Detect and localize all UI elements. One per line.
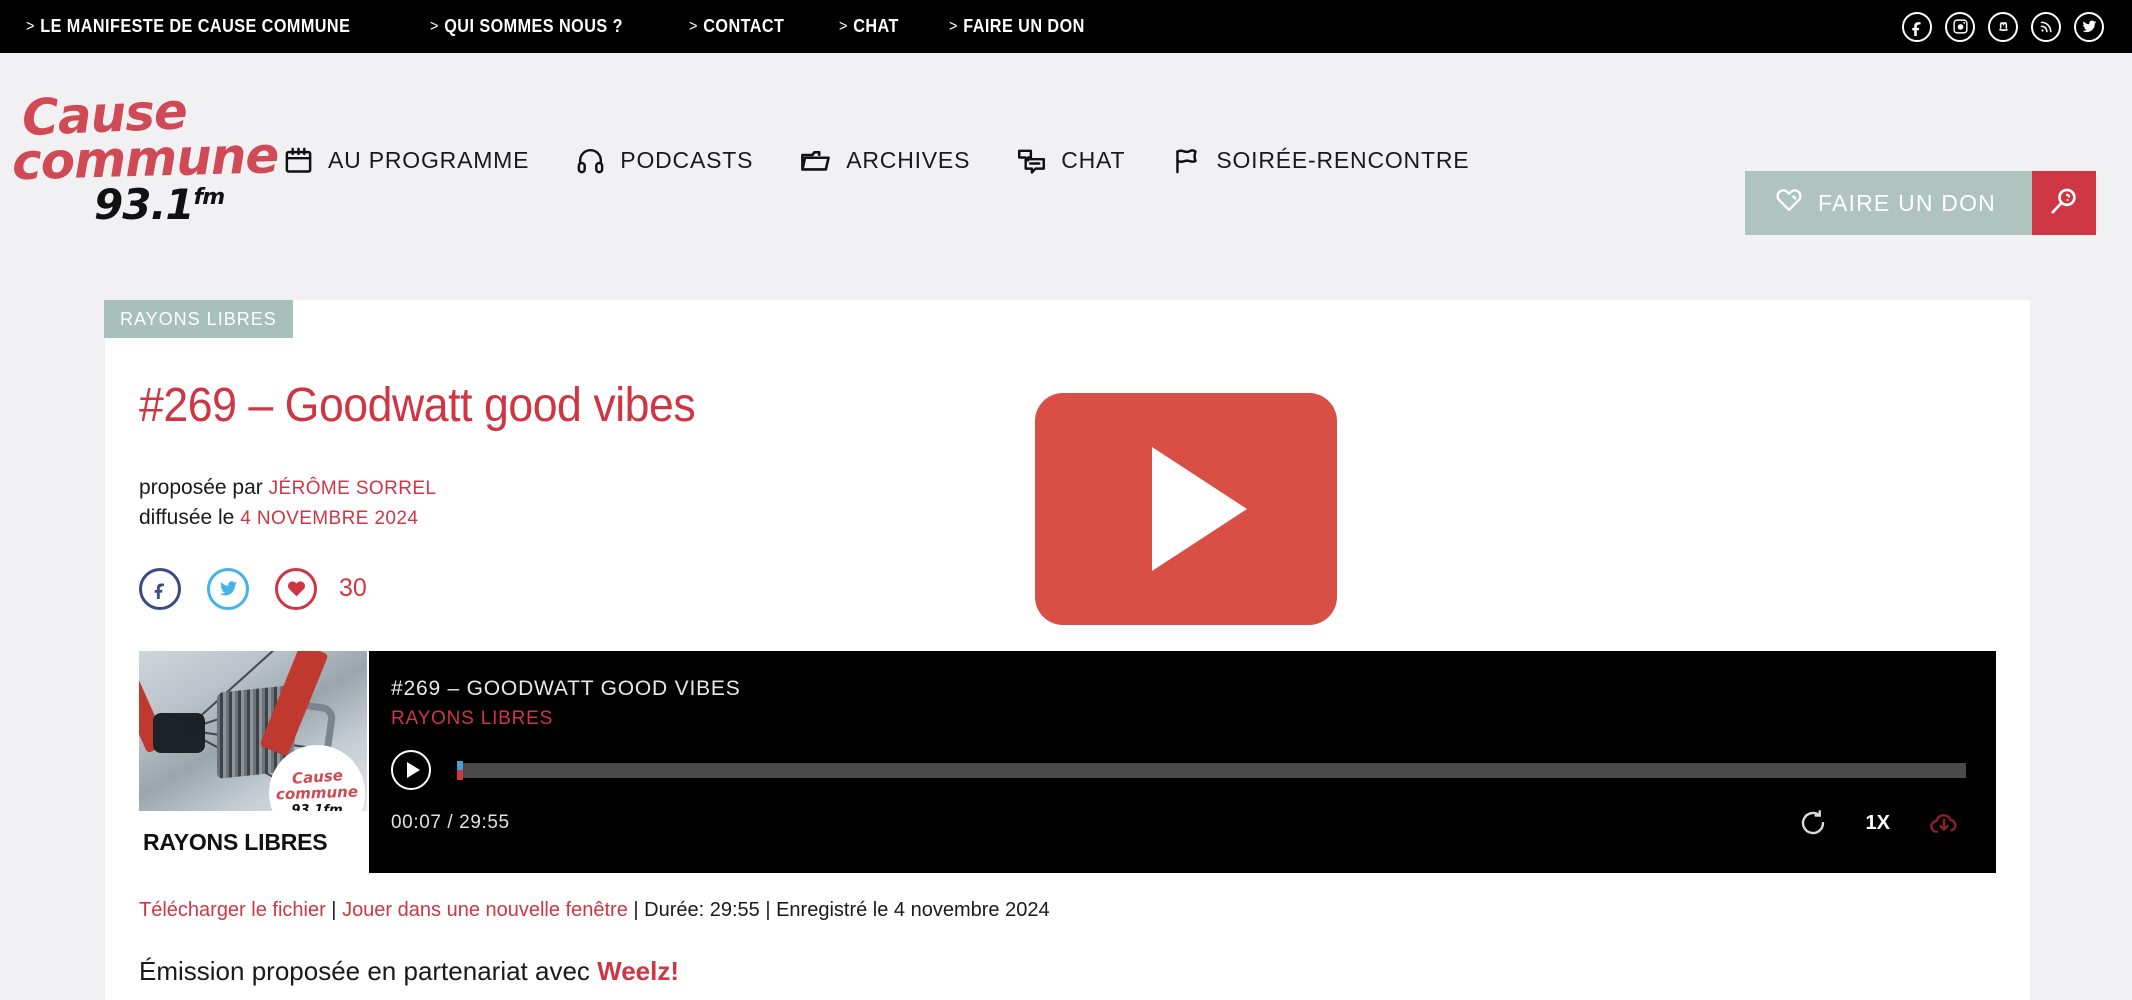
top-links: > LE MANIFESTE DE CAUSE COMMUNE > QUI SO… (26, 16, 1144, 37)
audio-player: Cause commune 93.1fm RAYONS LIBRES #269 … (139, 651, 1996, 873)
site-logo[interactable]: Cause commune 93.1fm (11, 82, 279, 226)
like-heart-icon[interactable] (275, 567, 317, 610)
social-links (1902, 11, 2104, 42)
site-header: Cause commune 93.1fm AU PROGRAMME PODCAS… (0, 53, 2132, 268)
nav-item-au-programme[interactable]: AU PROGRAMME (283, 145, 529, 176)
rewind-icon[interactable] (1798, 808, 1828, 838)
episode-links: Télécharger le fichier | Jouer dans une … (139, 899, 2030, 922)
like-count: 30 (339, 574, 367, 603)
episode-info: #269 – Goodwatt good vibes proposée par … (105, 338, 905, 625)
player-playhead[interactable] (457, 760, 463, 780)
chevron-right-icon: > (688, 17, 698, 35)
player-panel: #269 – GOODWATT GOOD VIBES RAYONS LIBRES… (369, 651, 1996, 873)
rss-icon[interactable] (2031, 11, 2061, 42)
links-separator: | (759, 899, 777, 921)
search-button[interactable] (2032, 171, 2096, 235)
top-link-label: CONTACT (702, 16, 785, 36)
new-window-link[interactable]: Jouer dans une nouvelle fenêtre (342, 899, 628, 921)
twitter-share-icon[interactable] (207, 567, 249, 610)
main-navigation: AU PROGRAMME PODCASTS ARCHIVES CHAT SOIR… (283, 144, 1515, 177)
meta-broadcast-label: diffusée le (139, 506, 235, 530)
player-controls (391, 750, 1966, 790)
links-separator: | (627, 899, 645, 921)
download-file-link[interactable]: Télécharger le fichier (139, 899, 326, 921)
share-row: 30 (139, 567, 905, 610)
donate-button[interactable]: FAIRE UN DON (1745, 171, 2032, 235)
logo-line-2: commune (11, 125, 280, 191)
recorded-text: Enregistré le 4 novembre 2024 (776, 899, 1050, 921)
chevron-right-icon: > (838, 17, 848, 35)
nav-item-podcasts[interactable]: PODCASTS (575, 145, 753, 176)
top-link-chat[interactable]: > CHAT (839, 16, 899, 37)
top-link-faire-un-don[interactable]: > FAIRE UN DON (949, 16, 1085, 37)
heart-icon (1775, 186, 1803, 220)
partner-link[interactable]: Weelz! (597, 956, 679, 986)
mastodon-icon[interactable] (1988, 11, 2018, 42)
facebook-icon[interactable] (1902, 11, 1932, 42)
nav-item-archives[interactable]: ARCHIVES (799, 144, 970, 177)
calendar-icon (283, 145, 314, 176)
meta-broadcast: diffusée le 4 NOVEMBRE 2024 (139, 503, 905, 533)
search-icon (2048, 185, 2080, 222)
donate-button-label: FAIRE UN DON (1818, 189, 1996, 216)
hero-play-button[interactable] (1035, 393, 1337, 625)
nav-label: PODCASTS (620, 147, 754, 173)
partner-line: Émission proposée en partenariat avec We… (139, 956, 2030, 987)
nav-label: AU PROGRAMME (328, 147, 530, 173)
chevron-right-icon: > (26, 17, 35, 35)
flag-icon (1171, 145, 1202, 176)
player-progress-bar[interactable] (457, 760, 1966, 780)
play-icon (1151, 447, 1247, 571)
top-link-qui-sommes-nous[interactable]: > QUI SOMMES NOUS ? (430, 16, 623, 37)
player-secondary-controls: 1X (1798, 807, 1960, 839)
play-icon (406, 762, 420, 778)
twitter-icon[interactable] (2074, 11, 2104, 42)
donate-search-group: FAIRE UN DON (1745, 171, 2096, 235)
badge-line-3: 93.1fm (291, 802, 343, 812)
facebook-share-icon[interactable] (139, 567, 181, 610)
nav-label: ARCHIVES (846, 147, 971, 173)
top-link-label: CHAT (852, 16, 899, 36)
logo-frequency: 93.1fm (94, 183, 261, 226)
episode-thumbnail[interactable]: Cause commune 93.1fm RAYONS LIBRES (139, 651, 367, 873)
thumbnail-image: Cause commune 93.1fm (139, 651, 367, 811)
meta-proposed-label: proposée par (139, 476, 263, 499)
category-badge[interactable]: RAYONS LIBRES (104, 300, 293, 338)
thumbnail-caption: RAYONS LIBRES (143, 829, 328, 855)
top-link-label: LE MANIFESTE DE CAUSE COMMUNE (40, 16, 351, 36)
meta-date-link[interactable]: 4 NOVEMBRE 2024 (240, 508, 418, 529)
top-link-label: FAIRE UN DON (963, 16, 1085, 36)
chevron-right-icon: > (430, 17, 440, 35)
top-link-manifeste[interactable]: > LE MANIFESTE DE CAUSE COMMUNE (26, 16, 350, 37)
links-separator: | (325, 899, 343, 921)
chevron-right-icon: > (949, 17, 959, 35)
meta-proposed-by: proposée par JÉRÔME SORREL (139, 473, 905, 503)
logo-frequency-unit: fm (193, 184, 225, 210)
page-title: #269 – Goodwatt good vibes (139, 379, 696, 432)
nav-label: SOIRÉE-RENCONTRE (1216, 147, 1470, 173)
nav-item-soiree-rencontre[interactable]: SOIRÉE-RENCONTRE (1171, 145, 1469, 176)
nav-label: CHAT (1061, 147, 1126, 173)
instagram-icon[interactable] (1945, 11, 1975, 42)
episode-card: RAYONS LIBRES #269 – Goodwatt good vibes… (104, 300, 2030, 1000)
cloud-download-icon[interactable] (1928, 807, 1960, 839)
top-link-contact[interactable]: > CONTACT (689, 16, 784, 37)
meta-author-link[interactable]: JÉRÔME SORREL (269, 478, 437, 499)
badge-line-2: commune (275, 782, 359, 803)
episode-meta: proposée par JÉRÔME SORREL diffusée le 4… (139, 473, 905, 534)
episode-body: #269 – Goodwatt good vibes proposée par … (105, 338, 2030, 625)
player-track-show[interactable]: RAYONS LIBRES (391, 708, 1966, 730)
player-track-title: #269 – GOODWATT GOOD VIBES (391, 677, 741, 700)
top-utility-bar: > LE MANIFESTE DE CAUSE COMMUNE > QUI SO… (0, 0, 2132, 53)
player-time-display: 00:07 / 29:55 (391, 812, 510, 833)
speech-bubbles-icon (1016, 145, 1047, 176)
headphones-icon (575, 145, 606, 176)
duration-text: Durée: 29:55 (644, 899, 760, 921)
nav-item-chat[interactable]: CHAT (1016, 145, 1125, 176)
folder-icon (799, 144, 832, 177)
partner-text: Émission proposée en partenariat avec (139, 956, 598, 986)
player-speed-button[interactable]: 1X (1866, 812, 1890, 835)
top-link-label: QUI SOMMES NOUS ? (444, 16, 624, 36)
player-play-button[interactable] (391, 750, 431, 790)
